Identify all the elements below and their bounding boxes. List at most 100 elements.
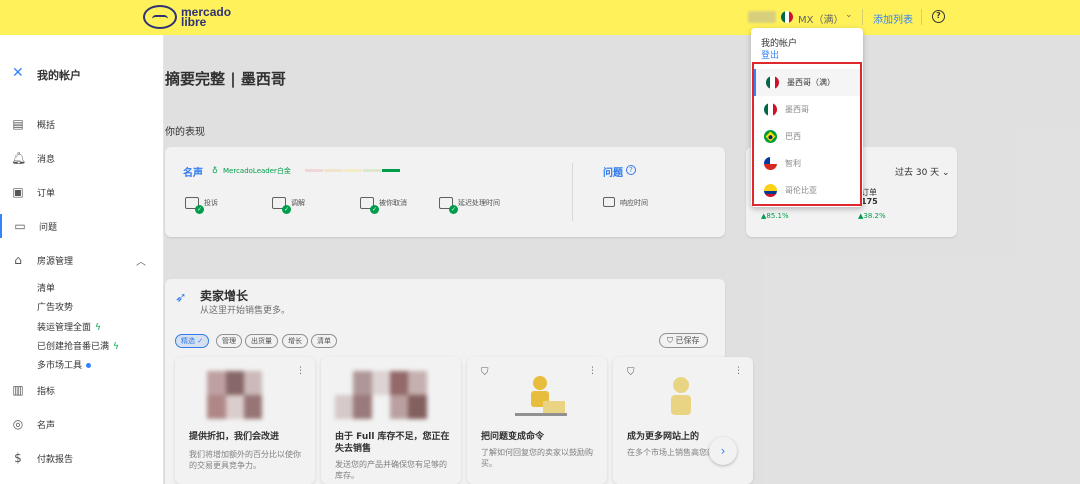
growth-subtitle: 从这里开始销售更多。: [200, 306, 291, 316]
sidebar-item-metrics[interactable]: ▥ 指标: [0, 378, 164, 402]
chevron-up-icon[interactable]: ︿: [136, 253, 146, 268]
sidebar-item-label: 付款报告: [37, 454, 74, 465]
mexico-flag-icon: [781, 11, 793, 23]
carousel-next-button[interactable]: ›: [709, 437, 737, 465]
site-list: 墨西哥（满） 墨西哥 巴西 智利 哥伦比亚: [752, 62, 862, 206]
top-bar: mercado libre MX（满） ⌄ 添加列表 ?: [0, 0, 1080, 35]
sidebar-subitem-label: 装运管理全面: [37, 323, 92, 333]
sidebar-item-payments[interactable]: $ 付款报告: [0, 446, 164, 470]
tile-title: 把问题变成命令: [481, 432, 545, 442]
site-option-mexico[interactable]: 墨西哥: [754, 96, 860, 123]
metric-label: 投诉: [204, 199, 218, 207]
sidebar-subitem-label: 已创建抢音番已满: [37, 342, 110, 352]
orders-value: 175: [861, 197, 878, 206]
chat-icon: [603, 197, 615, 207]
brazil-flag-icon: [764, 130, 777, 143]
growth-tile[interactable]: ⛉ ⋮ 把问题变成命令 了解如何回复您的卖家以鼓励购买。: [467, 357, 607, 484]
mediation-icon: [272, 197, 291, 214]
mexico-flag-icon: [766, 76, 779, 89]
help-icon[interactable]: ?: [932, 10, 945, 23]
sidebar-subitem-multi-market[interactable]: 多市场工具: [37, 358, 92, 371]
clock-icon: [439, 197, 458, 214]
site-option-label: 墨西哥: [785, 105, 809, 114]
site-option-label: 巴西: [785, 132, 801, 141]
sidebar-subitem-full-shipping[interactable]: 装运管理全面 ϟ: [37, 320, 101, 333]
colombia-flag-icon: [764, 184, 777, 197]
leader-badge: MercadoLeader白金: [223, 167, 291, 175]
divider: [921, 9, 922, 25]
chip-shipping[interactable]: 出货量: [245, 334, 278, 348]
reputation-card: 名声 ♁ MercadoLeader白金 投诉 调解 被你取消 延迟处理时间 问…: [165, 147, 725, 237]
sidebar-item-label: 消息: [37, 154, 56, 165]
site-option-label: 智利: [785, 159, 801, 168]
lightning-icon: ϟ: [95, 323, 101, 333]
sidebar-item-summary[interactable]: ▤ 概括: [0, 112, 164, 136]
sidebar-item-orders[interactable]: ▣ 订单: [0, 180, 164, 204]
chip-listings[interactable]: 清单: [311, 334, 337, 348]
sidebar-item-listings[interactable]: ⌂ 房源管理 ︿: [0, 248, 164, 272]
period-select[interactable]: 过去 30 天 ⌄: [895, 165, 950, 178]
dollar-icon: $: [14, 451, 22, 465]
sidebar-item-reputation[interactable]: ◎ 名声: [0, 412, 164, 436]
tile-body: 发送您的产品并确保您有足够的库存。: [335, 460, 447, 480]
sidebar-subitem-full-inbound[interactable]: 已创建抢音番已满 ϟ: [37, 339, 119, 352]
sidebar-item-label: 概括: [37, 120, 56, 131]
metric-delay: 延迟处理时间: [439, 197, 500, 214]
tile-body: 我们将增加额外的百分比以使你的交易更具竞争力。: [189, 450, 301, 470]
growth-tile[interactable]: 由于 Full 库存不足，您正在失去销售 发送您的产品并确保您有足够的库存。: [321, 357, 461, 484]
bookmark-icon[interactable]: ⛉: [481, 367, 489, 378]
change-badge: ▲38.2%: [858, 212, 886, 220]
logout-link[interactable]: 登出: [761, 48, 779, 61]
questions-title[interactable]: 问题: [603, 164, 623, 179]
site-option-mexico-full[interactable]: 墨西哥（满）: [754, 69, 860, 96]
sidebar-item-label: 指标: [37, 386, 56, 397]
divider: [862, 9, 863, 25]
chip-growth[interactable]: 增长: [282, 334, 308, 348]
more-icon[interactable]: ⋮: [588, 366, 597, 376]
site-option-colombia[interactable]: 哥伦比亚: [754, 177, 860, 204]
chile-flag-icon: [764, 157, 777, 170]
sidebar-subitem-ads[interactable]: 广告攻势: [37, 300, 73, 313]
reputation-thermometer: [305, 169, 401, 173]
tile-body: 了解如何回复您的卖家以鼓励购买。: [481, 448, 593, 468]
section-heading: 你的表现: [165, 127, 205, 138]
medal-icon: ◎: [12, 417, 24, 431]
more-icon[interactable]: ⋮: [734, 366, 743, 376]
rocket-icon: ➶: [175, 290, 187, 306]
saved-button[interactable]: ⛉ 已保存: [659, 333, 708, 348]
sidebar-item-messages[interactable]: 🔔︎ 消息: [0, 146, 164, 170]
growth-tile[interactable]: ⋮ 提供折扣，我们会改进 我们将增加额外的百分比以使你的交易更具竞争力。: [175, 357, 315, 484]
site-option-label: 墨西哥（满）: [787, 78, 835, 87]
site-option-brazil[interactable]: 巴西: [754, 123, 860, 150]
sidebar-subitem-list[interactable]: 清单: [37, 281, 55, 294]
sidebar-item-questions[interactable]: ▭ 问题: [0, 214, 164, 238]
sidebar-item-label: 房源管理: [37, 256, 74, 267]
mercadolibre-logo[interactable]: mercado libre: [143, 5, 231, 29]
more-icon[interactable]: ⋮: [296, 366, 305, 376]
growth-title: 卖家增长: [200, 289, 249, 303]
sidebar-item-label: 订单: [37, 188, 56, 199]
reputation-title[interactable]: 名声: [183, 164, 203, 179]
account-dropdown: 我的帐户 登出 墨西哥（满） 墨西哥 巴西 智利 哥伦比亚: [751, 28, 863, 207]
chip-featured[interactable]: 精选 ✓: [175, 334, 210, 348]
chevron-down-icon[interactable]: ⌄: [845, 10, 853, 20]
help-icon[interactable]: ?: [626, 165, 636, 175]
metric-mediations: 调解: [272, 197, 305, 214]
mexico-flag-icon: [764, 103, 777, 116]
divider: [572, 163, 573, 221]
add-listing-link[interactable]: 添加列表: [873, 11, 913, 26]
growth-tile[interactable]: ⛉ ⋮ 成为更多网站上的 在多个市场上销售高您的影响: [613, 357, 753, 484]
handshake-icon: [143, 5, 177, 29]
site-selector[interactable]: MX（满）: [798, 11, 843, 26]
chip-manage[interactable]: 管理: [216, 334, 242, 348]
site-option-chile[interactable]: 智利: [754, 150, 860, 177]
bookmark-icon[interactable]: ⛉: [627, 367, 635, 378]
person-laptop-illustration: [515, 376, 567, 416]
person-illustration: [671, 377, 691, 415]
chat-icon: ▭: [14, 219, 26, 233]
blurred-image: [335, 371, 445, 419]
avatar[interactable]: [748, 11, 776, 23]
close-icon[interactable]: ✕: [12, 65, 24, 81]
cancel-icon: [360, 197, 379, 214]
change-badge: ▲85.1%: [761, 212, 789, 220]
